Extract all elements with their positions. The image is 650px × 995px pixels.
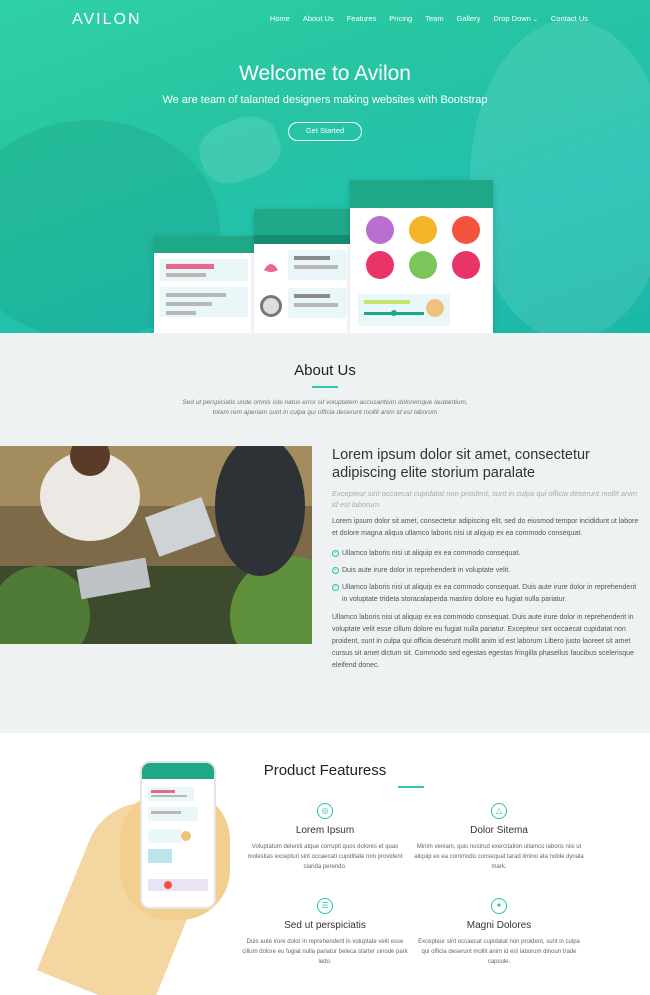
flask-icon: △ xyxy=(491,803,507,819)
feature-desc: Excepteur sint occaecat cupidatat non pr… xyxy=(418,939,580,965)
phone-mockup-left xyxy=(154,236,254,333)
feature-title: Magni Dolores xyxy=(466,920,532,931)
phone-screen-illustration xyxy=(358,216,480,326)
feature-title: Sed ut perspiciatis xyxy=(284,920,366,931)
nav-item-pricing[interactable]: Pricing xyxy=(389,14,412,23)
hero-bg-shape xyxy=(192,108,288,192)
nav-item-team[interactable]: Team xyxy=(425,14,443,23)
hero-section: AVILON Home About Us Features Pricing Te… xyxy=(0,0,650,333)
about-content: Lorem ipsum dolor sit amet, consectetur … xyxy=(332,446,642,672)
radar-icon: ◎ xyxy=(317,803,333,819)
feature-phone-mockup xyxy=(140,761,216,909)
list-item: ✓ Duis aute irure dolor in reprehenderit … xyxy=(332,565,642,577)
phone-screen-illustration xyxy=(160,259,248,317)
layers-icon: ☰ xyxy=(317,898,333,914)
phone-header-bar xyxy=(254,209,350,235)
list-item: ✓ Ullamco laboris nisi ut aliquip ex ea c… xyxy=(332,548,642,560)
meeting-photo-illustration xyxy=(0,446,312,644)
nav-item-home[interactable]: Home xyxy=(270,14,290,23)
nav-item-contact[interactable]: Contact Us xyxy=(551,14,588,23)
about-checklist: ✓ Ullamco laboris nisi ut aliquip ex ea c… xyxy=(332,548,642,606)
check-text: Ullamco laboris nisi ut aliquip ex ea co… xyxy=(342,584,637,603)
about-title: About Us xyxy=(294,362,356,379)
phone-subheader-bar xyxy=(254,235,350,244)
brand-logo[interactable]: AVILON xyxy=(72,11,142,29)
title-divider xyxy=(312,386,338,388)
feature-title: Dolor Sitema xyxy=(470,825,528,836)
feature-card: △ Dolor Sitema Minim veniam, quis nostru… xyxy=(414,803,584,872)
feature-card: ◎ Lorem Ipsum Voluptatum deleniti atque … xyxy=(240,803,410,872)
check-icon: ✓ xyxy=(332,550,339,557)
check-text: Ullamco laboris nisi ut aliquip ex ea co… xyxy=(342,550,521,557)
feature-card: ✦ Magni Dolores Excepteur sint occaecat … xyxy=(414,898,584,967)
main-nav: Home About Us Features Pricing Team Gall… xyxy=(270,14,588,23)
chevron-down-icon: ⌄ xyxy=(532,17,538,23)
get-started-button[interactable]: Get Started xyxy=(288,122,362,141)
hero-title: Welcome to Avilon xyxy=(239,62,411,85)
feature-card: ☰ Sed ut perspiciatis Duis aute irure do… xyxy=(240,898,410,967)
about-paragraph: Lorem ipsum dolor sit amet, consectetur … xyxy=(332,518,639,537)
list-item: ✓ Ullamco laboris nisi ut aliquip ex ea c… xyxy=(332,582,642,606)
about-paragraph: Ullamco laboris nisi ut aliquip ex ea co… xyxy=(332,614,634,669)
features-title: Product Featuress xyxy=(263,762,387,779)
about-heading: Lorem ipsum dolor sit amet, consectetur … xyxy=(332,447,590,481)
phone-screen-illustration xyxy=(142,763,214,891)
about-photo xyxy=(0,446,312,644)
about-lead: Excepteur sint occaecat cupidatat non pr… xyxy=(332,489,638,509)
check-text: Duis aute irure dolor in reprehenderit i… xyxy=(342,567,511,574)
phone-screen-illustration xyxy=(260,250,346,318)
title-divider xyxy=(398,786,424,788)
nav-item-features[interactable]: Features xyxy=(347,14,377,23)
compass-icon: ✦ xyxy=(491,898,507,914)
feature-title: Lorem Ipsum xyxy=(295,825,355,836)
phone-mockup-middle xyxy=(254,209,350,333)
about-intro: Sed ut perspiciatis unde omnis iste natu… xyxy=(182,399,468,416)
check-icon: ✓ xyxy=(332,584,339,591)
feature-desc: Duis aute irure dolor in reprehenderit i… xyxy=(242,939,408,965)
phone-mockup-right xyxy=(350,180,493,333)
nav-item-gallery[interactable]: Gallery xyxy=(457,14,481,23)
nav-item-dropdown-label: Drop Down xyxy=(493,14,531,23)
feature-desc: Minim veniam, quis nostrud exercitation … xyxy=(414,844,584,870)
nav-item-dropdown[interactable]: Drop Down ⌄ xyxy=(493,14,538,23)
nav-item-about[interactable]: About Us xyxy=(303,14,334,23)
phone-header-bar xyxy=(350,180,493,208)
phone-header-bar xyxy=(154,236,254,253)
check-icon: ✓ xyxy=(332,567,339,574)
feature-desc: Voluptatum deleniti atque corrupti quos … xyxy=(247,844,403,870)
hero-subtitle: We are team of talanted designers making… xyxy=(162,94,488,106)
